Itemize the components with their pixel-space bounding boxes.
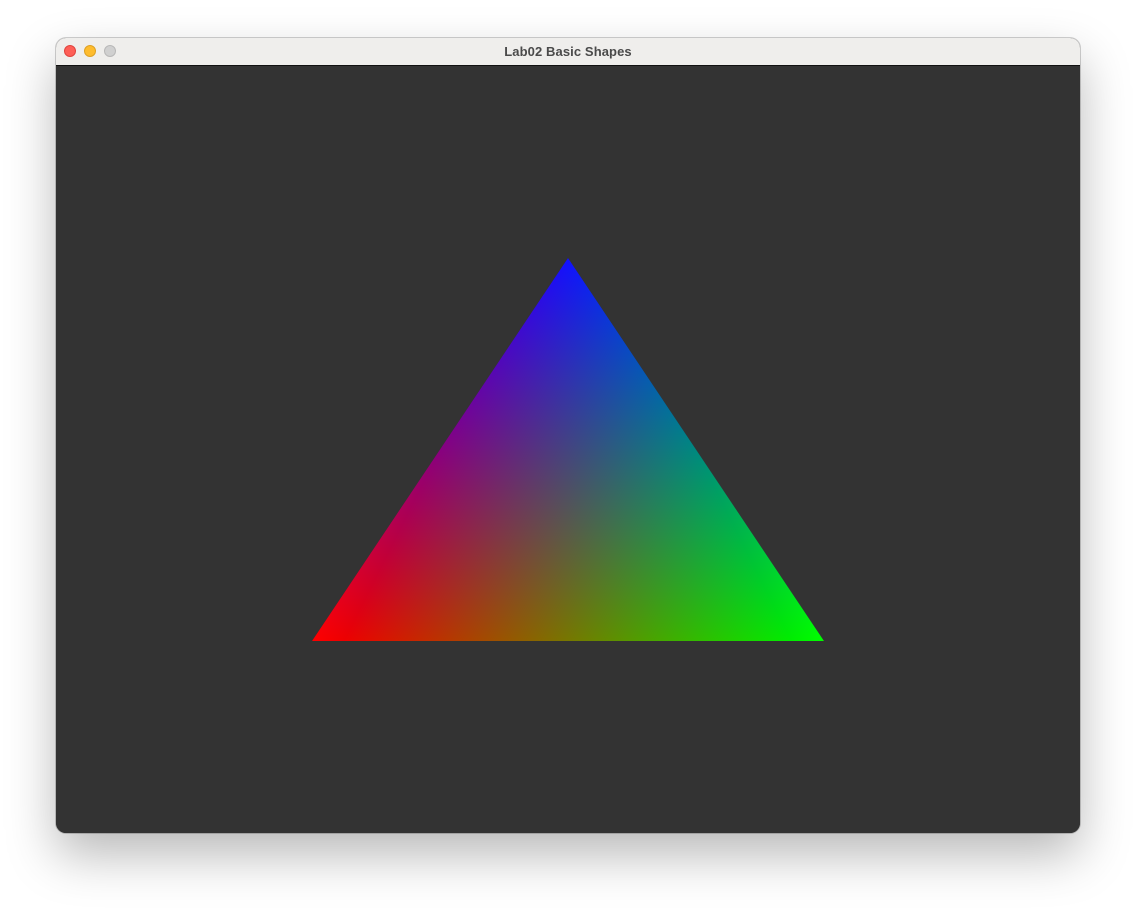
title-bar[interactable]: Lab02 Basic Shapes	[56, 38, 1080, 66]
app-window: Lab02 Basic Shapes	[56, 38, 1080, 833]
render-viewport[interactable]	[56, 66, 1080, 833]
triangle-blue-vertex-blend	[312, 258, 824, 641]
window-title: Lab02 Basic Shapes	[504, 44, 632, 59]
triangle-canvas	[312, 258, 824, 641]
